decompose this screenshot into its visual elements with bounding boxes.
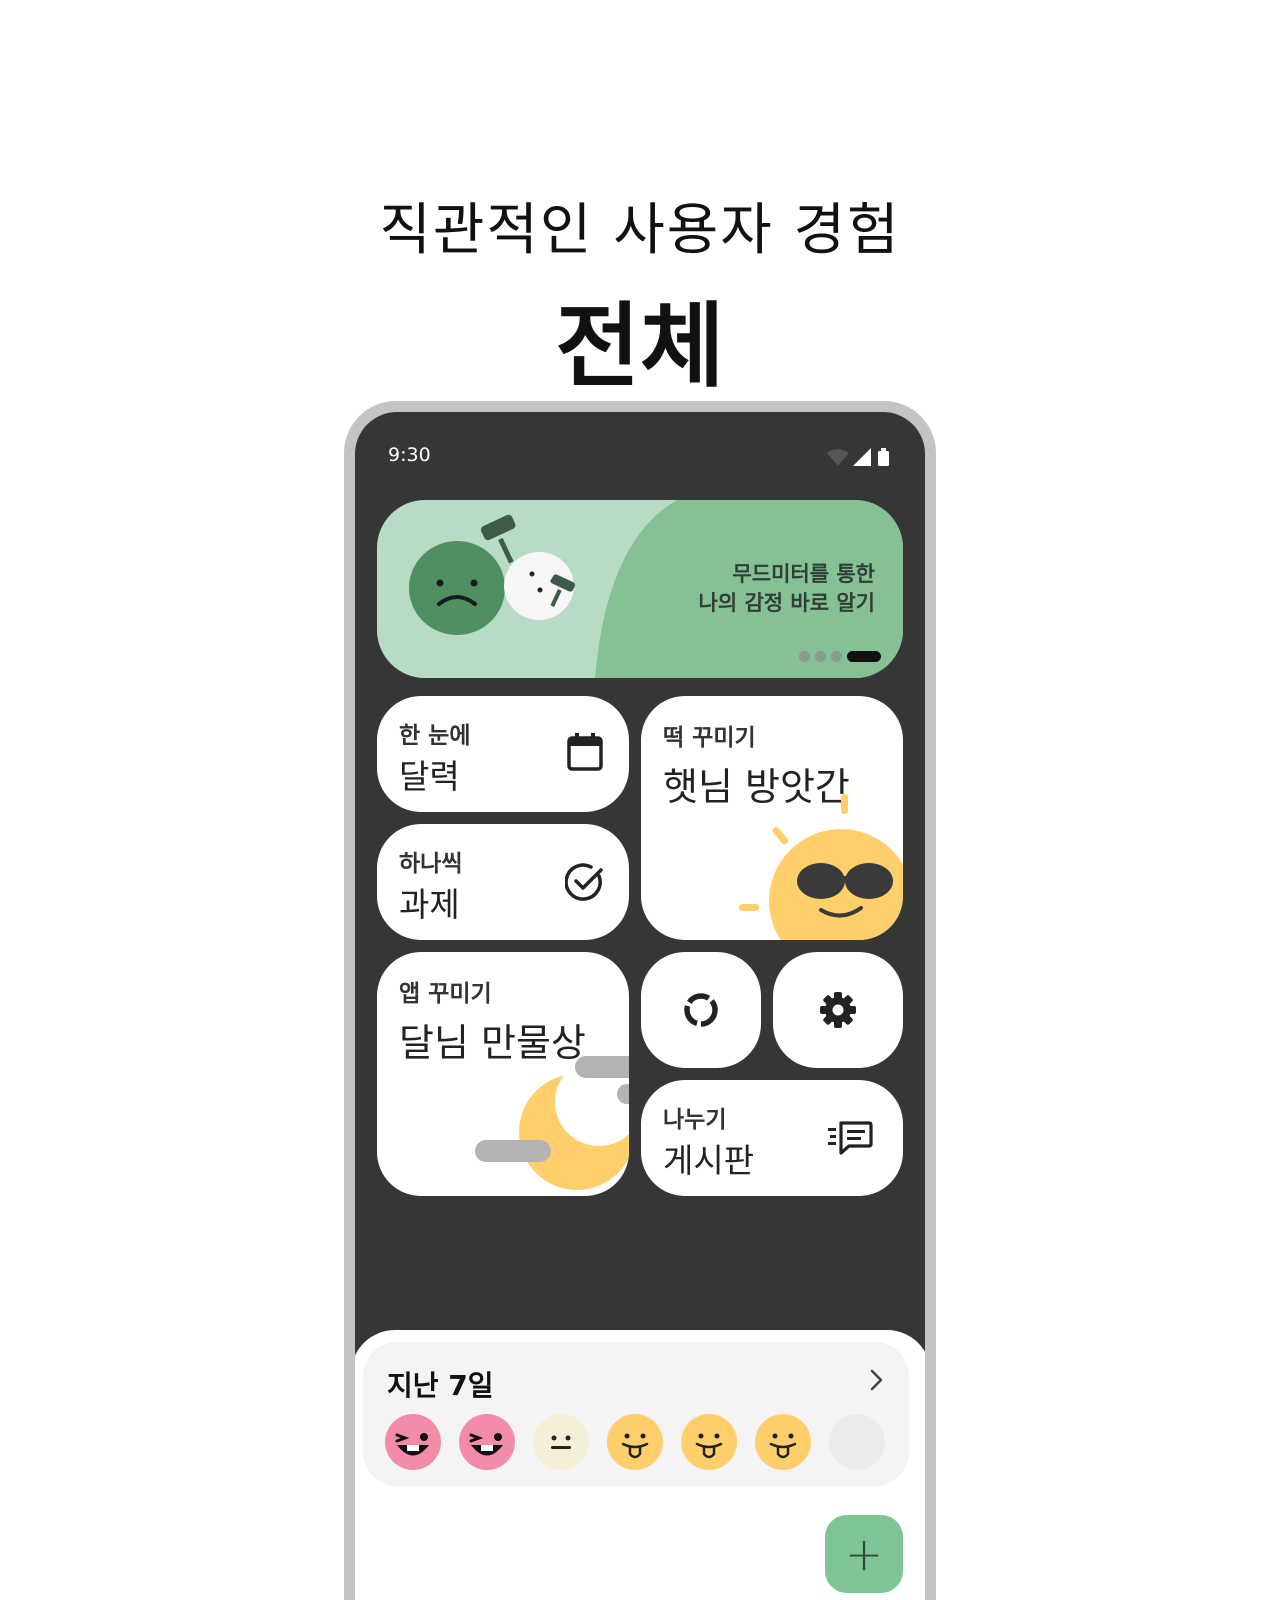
calendar-card-subtitle: 한 눈에 [399, 723, 471, 749]
carousel-dot[interactable] [831, 651, 842, 662]
chevron-right-icon[interactable] [869, 1368, 885, 1392]
tongue-face-icon[interactable] [607, 1414, 663, 1470]
carousel-dot-active[interactable] [847, 651, 881, 662]
mood-meter-banner[interactable]: 무드미터를 통한 나의 감정 바로 알기 [377, 500, 903, 678]
tasks-card[interactable]: 하나씩 과제 [377, 824, 629, 940]
neutral-face-icon[interactable] [533, 1414, 589, 1470]
tasks-card-subtitle: 하나씩 [399, 851, 463, 877]
check-circle-icon [565, 863, 603, 901]
sun-sunglasses-icon [739, 794, 903, 940]
chat-list-icon [828, 1121, 873, 1155]
add-button[interactable]: + [825, 1515, 903, 1593]
wifi-icon [827, 449, 849, 466]
tongue-face-icon[interactable] [681, 1414, 737, 1470]
banner-line-2: 나의 감정 바로 알기 [698, 591, 876, 615]
carousel-dot[interactable] [815, 651, 826, 662]
tongue-face-icon[interactable] [755, 1414, 811, 1470]
last-7-days-title: 지난 7일 [387, 1369, 494, 1402]
phone-screen: 9:30 무드미터를 통한 나의 감정 바로 알기 한 눈에 달력 하나씩 과제… [355, 412, 925, 1600]
moon-icon [475, 1056, 629, 1190]
status-time: 9:30 [388, 444, 431, 466]
mood-face-row [385, 1414, 885, 1470]
battery-icon [878, 451, 889, 466]
calendar-card[interactable]: 한 눈에 달력 [377, 696, 629, 812]
signal-icon [853, 448, 871, 466]
board-card-subtitle: 나누기 [663, 1107, 727, 1133]
banner-text: 무드미터를 통한 나의 감정 바로 알기 [699, 560, 876, 618]
tasks-card-title: 과제 [399, 885, 460, 924]
calendar-icon [567, 733, 603, 771]
calendar-card-title: 달력 [399, 757, 460, 796]
gear-icon [820, 992, 856, 1028]
sad-face-icon [409, 541, 505, 635]
stats-card[interactable] [641, 952, 761, 1068]
empty-face-slot[interactable] [829, 1414, 885, 1470]
settings-card[interactable] [773, 952, 903, 1068]
last-7-days-panel[interactable]: 지난 7일 [363, 1342, 909, 1486]
page-subtitle: 직관적인 사용자 경험 [379, 198, 901, 263]
board-card-title: 게시판 [663, 1141, 755, 1180]
page-title: 전체 [555, 293, 725, 400]
donut-chart-icon [684, 993, 718, 1027]
carousel-dot[interactable] [799, 651, 810, 662]
laughing-face-icon[interactable] [459, 1414, 515, 1470]
status-icons [827, 448, 889, 466]
carousel-dots[interactable] [799, 651, 881, 662]
board-card[interactable]: 나누기 게시판 [641, 1080, 903, 1196]
rice-cake-card[interactable]: 떡 꾸미기 햇님 방앗간 [641, 696, 903, 940]
banner-line-1: 무드미터를 통한 [732, 562, 875, 586]
laughing-face-icon[interactable] [385, 1414, 441, 1470]
app-decor-card[interactable]: 앱 꾸미기 달님 만물상 [377, 952, 629, 1196]
